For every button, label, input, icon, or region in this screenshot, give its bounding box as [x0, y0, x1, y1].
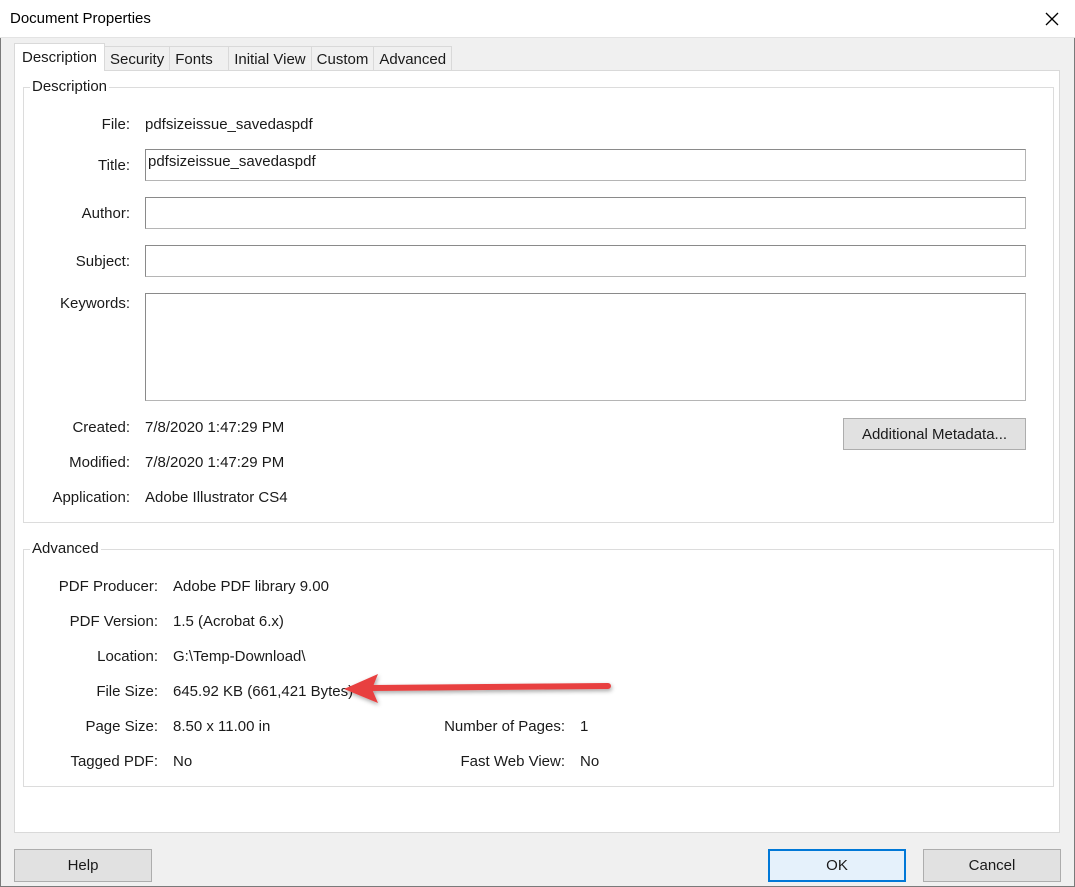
title-field[interactable]: pdfsizeissue_savedaspdf: [145, 149, 1026, 181]
page-size-label: Page Size:: [85, 718, 158, 735]
fast-web-view-value: No: [580, 753, 600, 770]
tab-security[interactable]: Security: [104, 46, 171, 71]
modified-value: 7/8/2020 1:47:29 PM: [145, 454, 285, 471]
pdf-version-label: PDF Version:: [69, 613, 158, 630]
ok-button[interactable]: OK: [768, 849, 906, 882]
number-of-pages-value: 1: [580, 718, 589, 735]
subject-label: Subject:: [75, 253, 130, 270]
keywords-field[interactable]: [145, 293, 1026, 401]
tagged-pdf-value: No: [173, 753, 193, 770]
author-field[interactable]: [145, 197, 1026, 229]
advanced-group-label: Advanced: [30, 540, 101, 557]
close-button[interactable]: [1029, 0, 1075, 38]
title-label: Title:: [98, 157, 130, 174]
keywords-label: Keywords:: [59, 295, 130, 312]
subject-field[interactable]: [145, 245, 1026, 277]
annotation-arrow-icon: [344, 674, 611, 703]
created-value: 7/8/2020 1:47:29 PM: [145, 419, 285, 436]
file-size-value: 645.92 KB (661,421 Bytes): [173, 683, 354, 700]
tab-custom[interactable]: Custom: [310, 46, 375, 71]
tab-fonts[interactable]: Fonts: [169, 46, 230, 71]
close-icon: [1045, 12, 1059, 26]
cancel-button[interactable]: Cancel: [923, 849, 1061, 882]
description-group-label: Description: [30, 78, 110, 95]
modified-label: Modified:: [69, 454, 130, 471]
number-of-pages-label: Number of Pages:: [444, 718, 565, 735]
additional-metadata-button[interactable]: Additional Metadata...: [843, 418, 1026, 450]
tab-advanced[interactable]: Advanced: [373, 46, 453, 71]
tab-panel: Description File: pdfsizeissue_savedaspd…: [14, 70, 1060, 833]
tagged-pdf-label: Tagged PDF:: [70, 753, 158, 770]
window-title: Document Properties: [10, 10, 151, 27]
help-button[interactable]: Help: [14, 849, 152, 882]
tab-initial-view[interactable]: Initial View: [228, 46, 312, 71]
author-label: Author:: [81, 205, 130, 222]
file-value: pdfsizeissue_savedaspdf: [145, 116, 313, 133]
tab-description[interactable]: Description: [14, 43, 106, 71]
location-value: G:\Temp-Download\: [173, 648, 306, 665]
fast-web-view-label: Fast Web View:: [460, 753, 566, 770]
application-label: Application:: [52, 489, 130, 506]
page-size-value: 8.50 x 11.00 in: [173, 718, 271, 735]
tab-strip: Description Security Fonts Initial View …: [14, 43, 453, 71]
pdf-version-value: 1.5 (Acrobat 6.x): [173, 613, 284, 630]
file-size-label: File Size:: [96, 683, 158, 700]
application-value: Adobe Illustrator CS4: [145, 489, 288, 506]
location-label: Location:: [97, 648, 158, 665]
pdf-producer-value: Adobe PDF library 9.00: [173, 578, 329, 595]
created-label: Created:: [72, 419, 130, 436]
file-label: File:: [101, 116, 130, 133]
pdf-producer-label: PDF Producer:: [58, 578, 158, 595]
title-bar: Document Properties: [0, 0, 1075, 38]
